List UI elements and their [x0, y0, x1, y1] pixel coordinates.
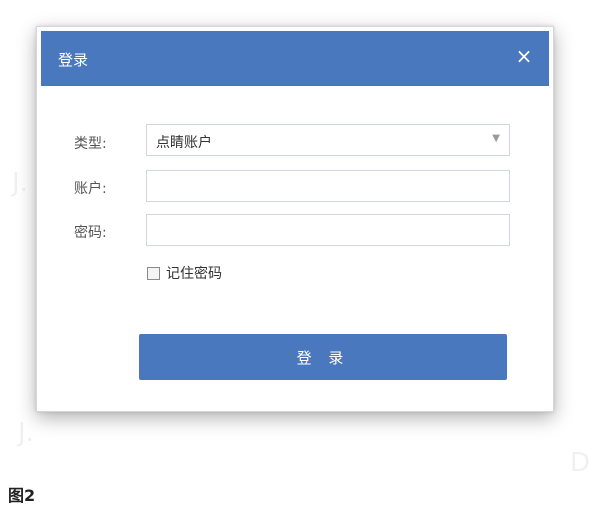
remember-label: 记住密码 — [166, 266, 222, 282]
dialog-title: 登录 — [58, 51, 89, 69]
remember-checkbox[interactable] — [147, 266, 160, 280]
account-input[interactable] — [146, 170, 510, 202]
password-input[interactable] — [146, 214, 510, 246]
watermark-left: J. — [12, 168, 28, 198]
dialog-titlebar: 登录 × — [41, 31, 549, 86]
password-label: 密码: — [74, 225, 107, 241]
account-label: 账户: — [74, 181, 107, 197]
type-select-value: 点睛账户 — [156, 135, 212, 151]
login-button[interactable]: 登 录 — [139, 334, 507, 380]
figure-caption: 图2 — [8, 486, 36, 505]
type-label: 类型: — [74, 136, 107, 152]
watermark-bottom-left: J. — [18, 418, 34, 448]
close-icon[interactable]: × — [513, 45, 535, 67]
chevron-down-icon: ▼ — [492, 133, 500, 144]
type-select[interactable]: 点睛账户 ▼ — [146, 124, 510, 156]
watermark-right: D — [570, 448, 591, 478]
remember-password-toggle[interactable]: 记住密码 — [147, 263, 222, 283]
